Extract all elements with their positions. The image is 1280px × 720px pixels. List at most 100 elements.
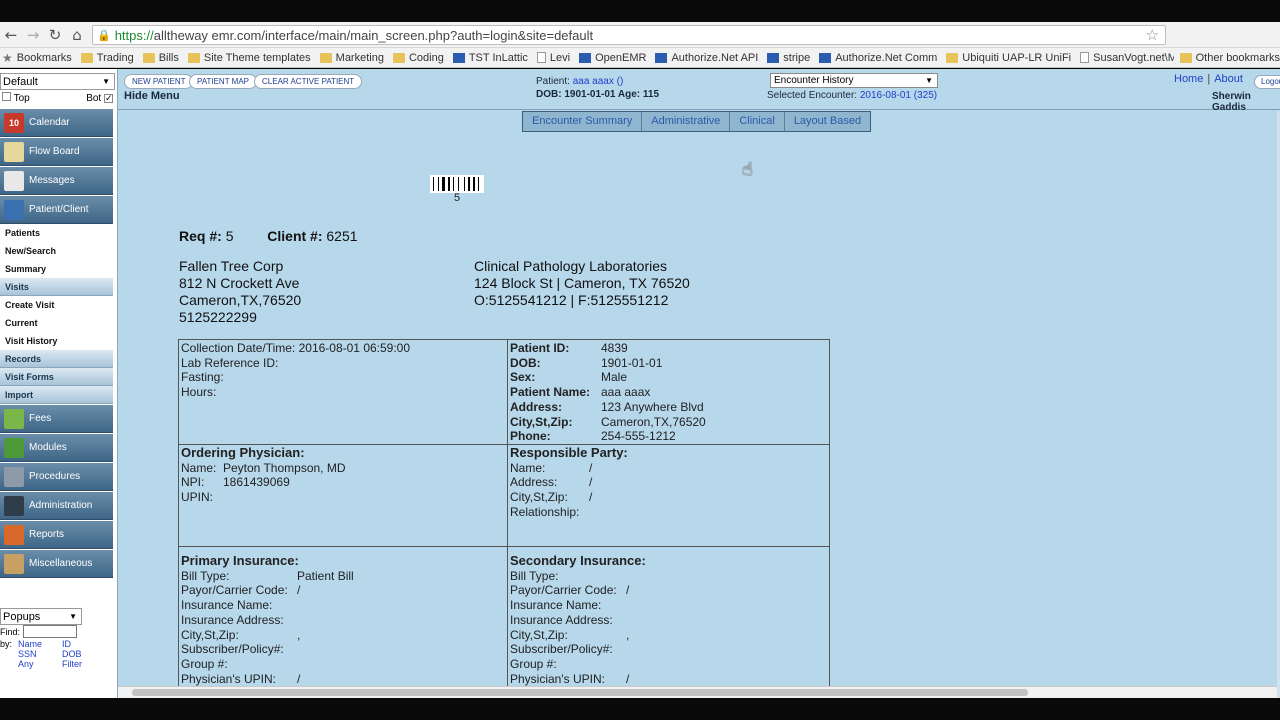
folder-icon (1179, 53, 1192, 63)
nav-visitforms-header[interactable]: Visit Forms (0, 368, 113, 386)
field-label: Name: (510, 460, 546, 475)
bookmark-trading[interactable]: Trading (80, 52, 134, 64)
home-icon[interactable]: ⌂ (66, 26, 88, 44)
home-link[interactable]: Home (1174, 73, 1203, 85)
field-value: 123 Anywhere Blvd (601, 399, 704, 414)
nav-label: Patient/Client (29, 204, 89, 215)
nav-sub-summary[interactable]: Summary (0, 260, 113, 278)
find-label: Find: (0, 626, 21, 637)
find-by-dob-link[interactable]: DOB (62, 649, 82, 659)
find-input[interactable] (23, 625, 78, 638)
forward-icon[interactable]: → (22, 26, 44, 44)
bookmark-tst-inlattic[interactable]: TST InLattic (452, 52, 528, 64)
find-by-name-link[interactable]: Name (18, 639, 62, 649)
tab-administrative[interactable]: Administrative (642, 112, 731, 131)
patient-field-city-st-zip: City,St,Zip: Cameron,TX,76520 (510, 415, 827, 430)
field-label: Address: (510, 475, 558, 490)
nav-sub-create-visit[interactable]: Create Visit (0, 296, 113, 314)
bookmark-openemr[interactable]: OpenEMR (579, 52, 646, 64)
field-label: Physician's UPIN: (510, 671, 605, 686)
nav-sub-patients[interactable]: Patients (0, 224, 113, 242)
field-label: Insurance Address: (181, 612, 284, 627)
nav-modules[interactable]: Modules (0, 434, 113, 462)
nav-sub-new-search[interactable]: New/Search (0, 242, 113, 260)
selected-encounter-link[interactable]: 2016-08-01 (325) (860, 90, 937, 101)
patient-field-phone: Phone: 254-555-1212 (510, 429, 827, 444)
address-bar[interactable]: 🔒 https:// alltheway emr.com/interface/m… (92, 25, 1166, 45)
nav-administration[interactable]: Administration (0, 492, 113, 520)
nav-flow-board[interactable]: Flow Board (0, 138, 113, 166)
bookmark-icon (536, 52, 546, 63)
primary-field-insurance-name: Insurance Name: (181, 598, 505, 613)
nav-procedures[interactable]: Procedures (0, 463, 113, 491)
field-label: City,St,Zip: (510, 490, 568, 505)
tab-encounter-summary[interactable]: Encounter Summary (523, 112, 643, 131)
patient-name-link[interactable]: aaa aaax () (573, 76, 624, 87)
lab-address: Clinical Pathology Laboratories 124 Block… (474, 258, 690, 309)
bot-checkbox[interactable]: ✓ (104, 93, 113, 103)
new-patient-button[interactable]: NEW PATIENT (124, 74, 194, 89)
secondary-field-bill-type: Bill Type: (510, 569, 827, 584)
primary-field-payor-carrier-code: Payor/Carrier Code: / (181, 583, 505, 598)
field-label: Subscriber/Policy#: (181, 642, 284, 657)
bookmark-bills[interactable]: Bills (142, 52, 179, 64)
tab-clinical[interactable]: Clinical (730, 112, 785, 131)
bookmark-label: Site Theme templates (203, 51, 311, 64)
table-row: Ordering Physician: Name: Peyton Thompson… (179, 445, 829, 547)
nav-visits-header[interactable]: Visits (0, 278, 113, 296)
chevron-down-icon: ▼ (925, 76, 933, 85)
nav-fees[interactable]: Fees (0, 405, 113, 433)
field-label: Insurance Name: (510, 598, 602, 613)
nav-calendar[interactable]: 10 Calendar (0, 109, 113, 137)
nav-miscellaneous[interactable]: Miscellaneous (0, 550, 113, 578)
bookmark-label: Levi (549, 51, 571, 64)
barcode-bar (440, 177, 441, 191)
url-scheme: https:// (114, 27, 154, 43)
popups-select[interactable]: Popups ▼ (0, 608, 82, 625)
bookmark-marketing[interactable]: Marketing (319, 51, 384, 64)
bookmark-stripe[interactable]: stripe (767, 52, 810, 64)
about-link[interactable]: About (1214, 73, 1243, 85)
other-bookmarks[interactable]: Other bookmarks (1173, 48, 1280, 67)
find-by-ssn-link[interactable]: SSN (18, 649, 62, 659)
nav-sub-visit-history[interactable]: Visit History (0, 332, 113, 350)
patient-label: Patient: (536, 76, 570, 87)
layout-select[interactable]: Default ▼ (0, 73, 115, 90)
reload-icon[interactable]: ↻ (44, 26, 66, 44)
bookmark-authorize-net-comm[interactable]: Authorize.Net Comm (819, 52, 937, 64)
patient-field-dob: DOB: 1901-01-01 (510, 356, 827, 371)
encounter-history-select[interactable]: Encounter History ▼ (770, 73, 938, 88)
nav-messages[interactable]: Messages (0, 167, 113, 195)
bookmark-coding[interactable]: Coding (392, 52, 444, 64)
primary-field-bill-type: Bill Type: Patient Bill (181, 569, 505, 584)
top-checkbox[interactable] (2, 92, 11, 101)
nav-records-header[interactable]: Records (0, 350, 113, 368)
field-label: NPI: (181, 475, 205, 490)
clear-active-patient-button[interactable]: CLEAR ACTIVE PATIENT (254, 74, 363, 89)
bookmark-star-icon[interactable]: ☆ (1146, 26, 1159, 44)
horizontal-scrollbar[interactable] (118, 686, 1277, 698)
bookmark-authorize-net-api[interactable]: Authorize.Net API (655, 52, 758, 64)
nav-label: Procedures (29, 471, 81, 482)
logout-button[interactable]: Logout (1254, 75, 1280, 89)
hide-menu-link[interactable]: Hide Menu (124, 90, 180, 102)
nav-label: Modules (29, 442, 67, 453)
find-by-any-link[interactable]: Any (18, 659, 62, 669)
bookmark-levi[interactable]: Levi (536, 51, 571, 64)
bookmark-label: Marketing (335, 51, 384, 64)
nav-reports[interactable]: Reports (0, 521, 113, 549)
patient-map-button[interactable]: PATIENT MAP (189, 74, 258, 89)
field-value: 1861439069 (223, 475, 290, 490)
find-by-id-link[interactable]: ID (62, 639, 82, 649)
tab-layout-based[interactable]: Layout Based (785, 112, 870, 131)
bookmark-bookmarks[interactable]: Bookmarks (17, 52, 72, 64)
bookmark-site-theme-templates[interactable]: Site Theme templates (187, 51, 311, 64)
nav-patient-client[interactable]: Patient/Client (0, 196, 113, 224)
nav-import-header[interactable]: Import (0, 386, 113, 404)
nav-sub-current[interactable]: Current (0, 314, 113, 332)
scrollbar-thumb[interactable] (132, 689, 1028, 696)
bookmark-ubiquiti-uap-lr-unifi[interactable]: Ubiquiti UAP-LR UniFi (946, 52, 1071, 64)
find-filter-link[interactable]: Filter (62, 659, 82, 669)
selected-encounter: Selected Encounter: 2016-08-01 (325) (767, 90, 937, 101)
back-icon[interactable]: ← (0, 26, 22, 44)
